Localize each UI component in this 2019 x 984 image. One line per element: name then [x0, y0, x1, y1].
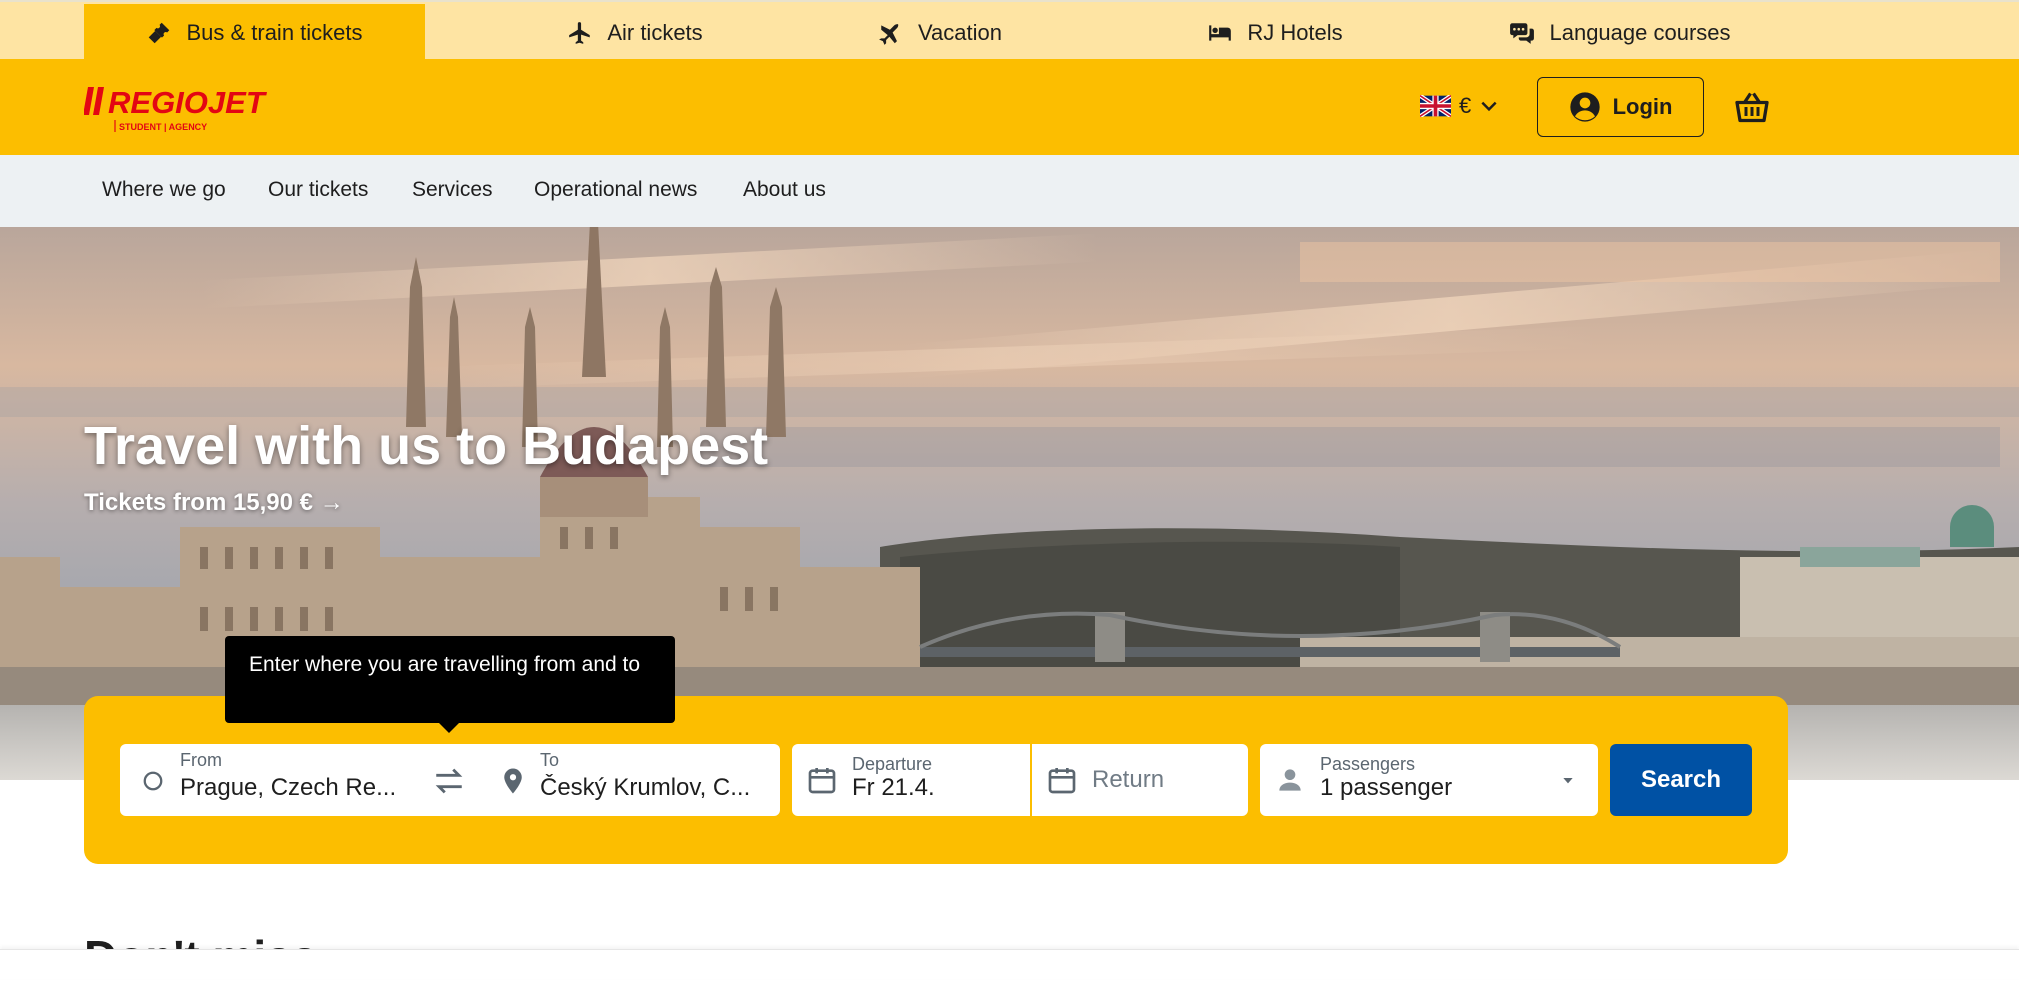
tab-label: Bus & train tickets — [186, 19, 363, 45]
uk-flag-icon — [1420, 95, 1451, 117]
calendar-icon — [1048, 768, 1076, 794]
person-icon — [1279, 769, 1301, 791]
from-input[interactable]: Prague, Czech Re... — [180, 774, 420, 802]
product-tabs-bar: Bus & train tickets Air tickets Vacation… — [0, 0, 2019, 61]
tab-air-tickets[interactable]: Air tickets — [510, 4, 760, 61]
departure-label: Departure — [852, 754, 933, 774]
bed-icon — [1209, 24, 1232, 41]
plane-vacation-icon — [879, 23, 899, 45]
ticket-icon — [149, 22, 170, 43]
from-label: From — [180, 750, 222, 770]
bottom-overlay-bar — [0, 949, 2019, 979]
tab-rj-hotels[interactable]: RJ Hotels — [1200, 4, 1350, 61]
passengers-label: Passengers — [1320, 754, 1416, 774]
origin-circle-icon — [143, 771, 163, 791]
language-currency-selector[interactable]: € — [1420, 93, 1499, 119]
tab-label: Air tickets — [607, 19, 703, 45]
svg-text:REGIOJET: REGIOJET — [108, 85, 268, 120]
nav-services[interactable]: Services — [412, 178, 493, 202]
tab-bus-train-tickets[interactable]: Bus & train tickets — [84, 4, 425, 61]
hero-title: Travel with us to Budapest — [84, 416, 769, 476]
search-button[interactable]: Search — [1610, 744, 1752, 816]
tooltip-arrow — [438, 722, 460, 733]
nav-our-tickets[interactable]: Our tickets — [268, 178, 368, 202]
regiojet-logo[interactable]: REGIOJET STUDENT | AGENCY — [84, 79, 284, 135]
caret-down-icon — [1563, 778, 1573, 784]
return-placeholder: Return — [1092, 766, 1165, 793]
tab-vacation[interactable]: Vacation — [850, 4, 1030, 61]
login-button[interactable]: Login — [1537, 77, 1704, 137]
tab-label: Language courses — [1549, 19, 1731, 45]
currency-label: € — [1459, 93, 1472, 118]
departure-field[interactable]: Departure Fr 21.4. — [792, 744, 1030, 816]
main-nav: Where we go Our tickets Services Operati… — [0, 155, 2019, 227]
nav-operational-news[interactable]: Operational news — [534, 178, 697, 202]
chat-bubbles-icon — [1510, 22, 1535, 44]
user-circle-icon — [1569, 92, 1600, 122]
passengers-value: 1 passenger — [1320, 774, 1453, 801]
to-input[interactable]: Český Krumlov, C... — [540, 774, 770, 802]
svg-text:STUDENT | AGENCY: STUDENT | AGENCY — [119, 122, 207, 132]
route-tooltip: Enter where you are travelling from and … — [225, 636, 675, 723]
nav-about-us[interactable]: About us — [743, 178, 826, 202]
airplane-icon — [569, 21, 591, 44]
tab-language-courses[interactable]: Language courses — [1500, 4, 1740, 61]
passengers-field[interactable]: Passengers 1 passenger — [1260, 744, 1598, 816]
to-label: To — [540, 750, 560, 770]
location-pin-icon — [504, 768, 522, 794]
main-header: REGIOJET STUDENT | AGENCY € Login — [0, 59, 2019, 155]
nav-where-we-go[interactable]: Where we go — [102, 178, 226, 202]
route-field: From Prague, Czech Re... To Český Krumlo… — [120, 744, 780, 816]
departure-date: Fr 21.4. — [852, 774, 935, 801]
return-field[interactable]: Return — [1032, 744, 1248, 816]
basket-icon[interactable] — [1734, 89, 1770, 125]
login-label: Login — [1612, 94, 1673, 119]
tab-label: RJ Hotels — [1247, 19, 1343, 45]
swap-icon[interactable] — [432, 764, 466, 798]
tab-label: Vacation — [918, 19, 1002, 45]
calendar-icon — [808, 768, 836, 794]
hero-tickets-link[interactable]: Tickets from 15,90 € → — [84, 489, 344, 517]
chevron-down-icon — [1481, 101, 1497, 112]
